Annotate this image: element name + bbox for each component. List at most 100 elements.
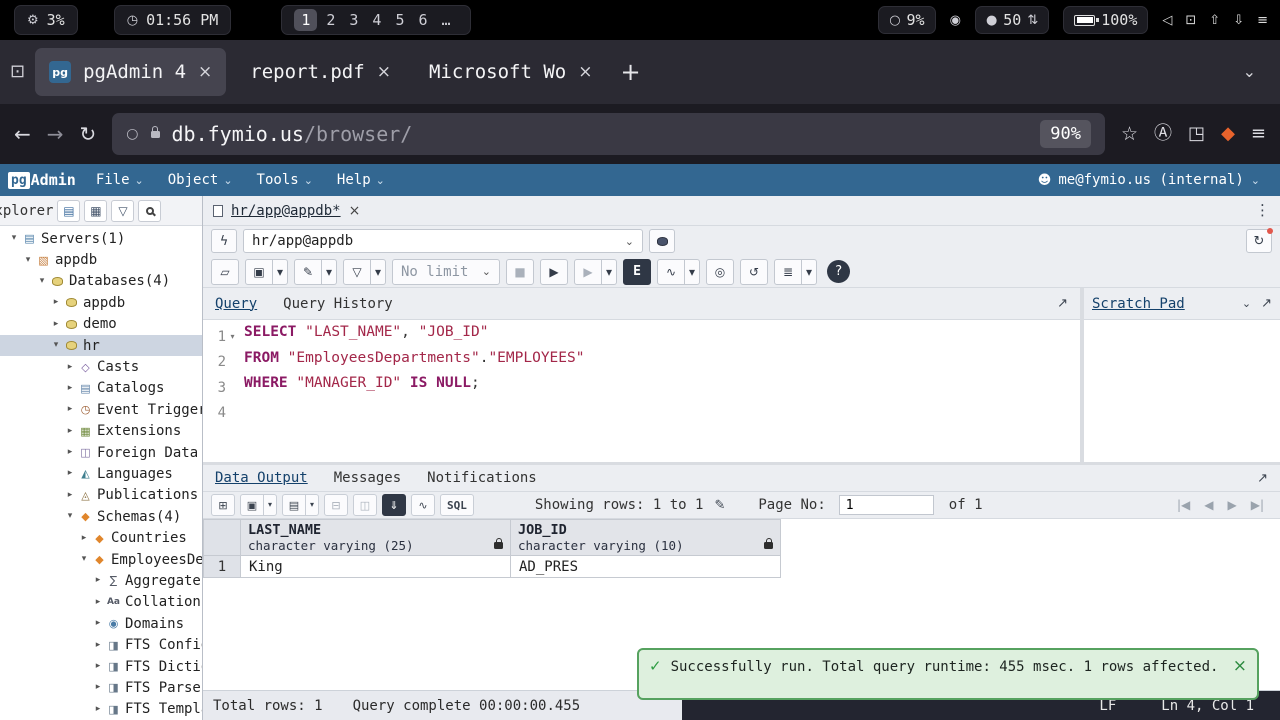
querytool-tab[interactable]: hr/app@appdb* × <box>213 203 360 219</box>
expand-editor-icon[interactable]: ↗ <box>1057 297 1068 310</box>
prev-page-button[interactable]: ◀ <box>1204 498 1213 512</box>
reload-button[interactable]: ↻ <box>80 124 97 144</box>
menu-tools[interactable]: Tools⌄ <box>257 172 313 188</box>
account-menu[interactable]: ☻ me@fymio.us (internal) ⌄ <box>1038 172 1272 188</box>
tab-number-3[interactable]: 3 <box>342 9 365 31</box>
bookmark-icon[interactable]: ☆ <box>1121 125 1138 144</box>
tree-item-event-triggers[interactable]: ▸◷Event Triggers <box>0 399 202 420</box>
tab-overflow-icon[interactable]: ⌄ <box>1243 64 1270 80</box>
open-file-button[interactable]: ▱ <box>211 259 239 285</box>
close-tab-icon[interactable]: × <box>377 64 391 81</box>
expander-icon[interactable]: ▸ <box>92 576 104 585</box>
expander-icon[interactable]: ▾ <box>78 555 90 564</box>
edit-data-icon[interactable]: ✎ <box>714 499 725 512</box>
table-row[interactable]: 1KingAD_PRES <box>204 556 781 578</box>
back-button[interactable]: ← <box>14 124 31 144</box>
add-row-button[interactable]: ⊞ <box>211 494 235 516</box>
zoom-indicator[interactable]: 90% <box>1040 120 1091 148</box>
macros-options-button[interactable]: ▾ <box>802 259 817 285</box>
tab-scratch-pad[interactable]: Scratch Pad <box>1092 296 1185 312</box>
tree-item-collations[interactable]: ▸AaCollations <box>0 592 202 613</box>
storage-icon[interactable]: ⇩ <box>1233 14 1244 27</box>
expander-icon[interactable]: ▸ <box>92 662 104 671</box>
sql-code[interactable]: SELECT "LAST_NAME", "JOB_ID"FROM "Employ… <box>239 320 1080 462</box>
execute-button[interactable]: ▶ <box>540 259 568 285</box>
expander-icon[interactable]: ▾ <box>36 277 48 286</box>
code-line[interactable]: FROM "EmployeesDepartments"."EMPLOYEES" <box>244 350 1080 376</box>
sql-editor[interactable]: 1▾234 SELECT "LAST_NAME", "JOB_ID"FROM "… <box>203 320 1080 462</box>
expander-icon[interactable]: ▾ <box>22 256 34 265</box>
chevron-down-icon[interactable]: ⌄ <box>1242 298 1251 309</box>
expander-icon[interactable]: ▸ <box>92 705 104 714</box>
vpn-icon[interactable]: ◆ <box>1221 125 1235 143</box>
tree-item-countries[interactable]: ▸◆Countries <box>0 527 202 548</box>
paste-options-button[interactable]: ▾ <box>306 494 319 516</box>
address-bar[interactable]: ○ db.fymio.us/browser/ 90% <box>112 113 1105 155</box>
clock-pill[interactable]: ◷ 01:56 PM <box>114 5 232 35</box>
expander-icon[interactable]: ▸ <box>50 320 62 329</box>
show-sql-button[interactable]: SQL <box>440 494 474 516</box>
expander-icon[interactable]: ▸ <box>64 491 76 500</box>
expander-icon[interactable]: ▸ <box>64 469 76 478</box>
help-button[interactable]: ? <box>827 260 850 283</box>
browser-tab-microsoft-wo[interactable]: Microsoft Wo× <box>415 48 607 96</box>
fold-icon[interactable]: ▾ <box>226 333 239 341</box>
expander-icon[interactable]: ▸ <box>50 298 62 307</box>
select-all-corner[interactable] <box>204 520 241 556</box>
expander-icon[interactable]: ▸ <box>64 405 76 414</box>
tab-groups-icon[interactable]: ⊡ <box>10 63 25 81</box>
expander-icon[interactable]: ▸ <box>64 448 76 457</box>
menu-object[interactable]: Object⌄ <box>168 172 233 188</box>
expand-output-icon[interactable]: ↗ <box>1257 472 1268 485</box>
filter-icon[interactable]: ▽ <box>118 205 127 217</box>
browser-tab-report-pdf[interactable]: report.pdf× <box>236 48 405 96</box>
recent-tabs-pill[interactable]: 123456… <box>281 5 470 35</box>
execute-options-button[interactable]: ▶ <box>574 259 602 285</box>
first-page-button[interactable]: |◀ <box>1177 498 1190 512</box>
tab-number-5[interactable]: 5 <box>388 9 411 31</box>
forward-button[interactable]: → <box>47 124 64 144</box>
page-number-input[interactable] <box>839 495 934 515</box>
display-icon[interactable]: ⊡ <box>1185 14 1196 27</box>
tab-number-4[interactable]: 4 <box>365 9 388 31</box>
copy-button[interactable]: ▣ <box>240 494 264 516</box>
tree-item-catalogs[interactable]: ▸▤Catalogs <box>0 378 202 399</box>
tree-item-hr[interactable]: ▾hr <box>0 335 202 356</box>
tree-item-publications[interactable]: ▸◬Publications <box>0 485 202 506</box>
tree-item-casts[interactable]: ▸◇Casts <box>0 356 202 377</box>
share-icon[interactable]: ⇧ <box>1209 14 1220 27</box>
next-page-button[interactable]: ▶ <box>1227 498 1236 512</box>
expander-icon[interactable]: ▸ <box>92 683 104 692</box>
close-tab-icon[interactable]: × <box>349 204 361 218</box>
close-tab-icon[interactable]: × <box>578 64 592 81</box>
code-line[interactable]: SELECT "LAST_NAME", "JOB_ID" <box>244 324 1080 350</box>
commit-button[interactable]: ◎ <box>706 259 734 285</box>
tree-item-employeesdepartments[interactable]: ▾◆EmployeesDepartments <box>0 549 202 570</box>
kebab-menu-icon[interactable]: ⋮ <box>1255 203 1270 218</box>
code-line[interactable]: WHERE "MANAGER_ID" IS NULL; <box>244 375 1080 401</box>
expand-scratch-icon[interactable]: ↗ <box>1261 297 1272 310</box>
code-line[interactable] <box>244 401 1080 427</box>
last-page-button[interactable]: ▶| <box>1251 498 1264 512</box>
search-icon[interactable] <box>138 200 161 222</box>
add-server-icon[interactable]: ▤ <box>63 205 74 217</box>
profile-icon[interactable]: Ⓐ <box>1154 125 1172 143</box>
volume-icon[interactable]: ◁ <box>1162 14 1172 27</box>
tab-number-1[interactable]: 1 <box>294 9 317 31</box>
copy-options-button[interactable]: ▾ <box>264 494 277 516</box>
explain-analyze-button[interactable]: ∿ <box>657 259 685 285</box>
expander-icon[interactable]: ▾ <box>8 234 20 243</box>
download-results-button[interactable]: ⇓ <box>382 494 406 516</box>
tree-item-domains[interactable]: ▸◉Domains <box>0 613 202 634</box>
expander-icon[interactable]: ▸ <box>92 619 104 628</box>
new-tab-button[interactable]: + <box>620 60 640 84</box>
execute-dropdown-button[interactable]: ▾ <box>602 259 617 285</box>
tree-item-fts-parsers[interactable]: ▸◨FTS Parsers <box>0 677 202 698</box>
explain-options-button[interactable]: ▾ <box>685 259 700 285</box>
system-pill[interactable]: ⚙ 3% <box>14 5 78 35</box>
tree-item-extensions[interactable]: ▸▦Extensions <box>0 421 202 442</box>
cell[interactable]: AD_PRES <box>511 556 781 578</box>
cpu-pill[interactable]: ○ 9% <box>878 6 935 34</box>
connection-status-icon[interactable]: ϟ <box>220 235 229 248</box>
tab-data-output[interactable]: Data Output <box>215 470 308 486</box>
